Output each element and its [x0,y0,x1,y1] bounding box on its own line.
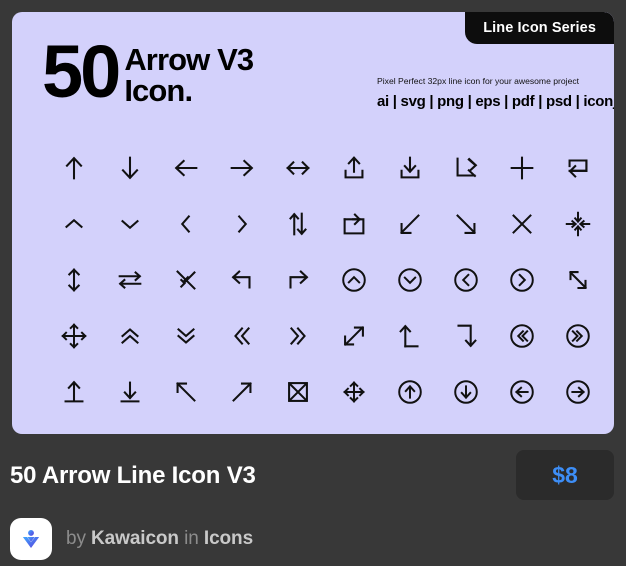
avatar[interactable] [10,518,52,560]
double-chevron-left-icon [214,308,270,364]
screenshot-root: Line Icon Series 50 Arrow V3 Icon. Pixel… [0,0,626,566]
card-meta: Pixel Perfect 32px line icon for your aw… [377,76,614,110]
undo-arrow-icon [214,252,270,308]
arrow-diagonal-up-left-down-right-icon [550,252,606,308]
move-four-way-icon [46,308,102,364]
byline-text: by Kawaicon in Icons [66,528,253,550]
double-chevron-right-icon [270,308,326,364]
circle-chevron-left-icon [438,252,494,308]
kawaicon-logo-icon [22,529,40,548]
price-badge[interactable]: $8 [516,450,614,500]
double-chevron-down-icon [158,308,214,364]
series-badge: Line Icon Series [465,12,614,44]
arrow-up-down-icon [46,252,102,308]
repeat-icon [550,140,606,196]
headline-words: Arrow V3 Icon. [124,42,254,108]
circle-arrow-left-icon [494,364,550,420]
product-preview-card[interactable]: Line Icon Series 50 Arrow V3 Icon. Pixel… [12,12,614,434]
download-icon [382,140,438,196]
arrow-right-icon [214,140,270,196]
icon-count: 50 [42,30,121,113]
card-tagline: Pixel Perfect 32px line icon for your aw… [377,76,580,86]
chevron-left-icon [158,196,214,252]
merge-diagonal-icon [158,252,214,308]
arrow-down-to-line-icon [102,364,158,420]
headline-block: 50 Arrow V3 Icon. [42,30,254,113]
byline-row: by Kawaicon in Icons [10,518,253,560]
series-badge-label: Line Icon Series [483,20,596,36]
circle-arrow-right-icon [550,364,606,420]
plus-icon [494,140,550,196]
product-title[interactable]: 50 Arrow Line Icon V3 [10,462,256,490]
byline-middle: in [178,528,204,549]
headline-line-1: Arrow V3 [124,42,254,77]
circle-arrow-up-icon [382,364,438,420]
author-name[interactable]: Kawaicon [91,528,179,549]
chevron-up-icon [46,196,102,252]
circle-chevron-right-icon [494,252,550,308]
collapse-center-icon [550,196,606,252]
close-x-icon [494,196,550,252]
arrow-turn-up-left-icon [382,308,438,364]
chevron-down-icon [102,196,158,252]
arrow-left-icon [158,140,214,196]
chevron-right-icon [214,196,270,252]
product-footer: 50 Arrow Line Icon V3 $8 by Kawaicon in … [0,434,626,566]
price-label: $8 [552,461,578,488]
move-arrows-icon [326,364,382,420]
arrow-down-icon [102,140,158,196]
arrow-up-icon [46,140,102,196]
arrow-left-right-icon [270,140,326,196]
circle-arrow-down-icon [438,364,494,420]
arrow-turn-up-right-icon [438,140,494,196]
expand-box-icon [270,364,326,420]
redo-box-icon [326,196,382,252]
circle-double-chevron-right-icon [550,308,606,364]
double-chevron-up-icon [102,308,158,364]
arrow-diagonal-down-right-icon [438,196,494,252]
arrows-up-down-swap-icon [270,196,326,252]
arrow-up-to-line-icon [46,364,102,420]
arrow-turn-down-right-icon [438,308,494,364]
arrow-diagonal-up-right-icon [214,364,270,420]
upload-icon [326,140,382,196]
card-formats: ai | svg | png | eps | pdf | psd | iconj… [377,93,614,110]
category-name[interactable]: Icons [204,528,253,549]
expand-diagonal-icon [326,308,382,364]
arrow-diagonal-down-left-icon [382,196,438,252]
redo-arrow-icon [270,252,326,308]
headline-line-2: Icon. [124,73,193,108]
icon-grid [46,140,602,420]
circle-double-chevron-left-icon [494,308,550,364]
circle-chevron-down-icon [382,252,438,308]
byline-prefix: by [66,528,92,549]
arrow-diagonal-up-left-icon [158,364,214,420]
circle-chevron-up-icon [326,252,382,308]
arrows-swap-horizontal-icon [102,252,158,308]
